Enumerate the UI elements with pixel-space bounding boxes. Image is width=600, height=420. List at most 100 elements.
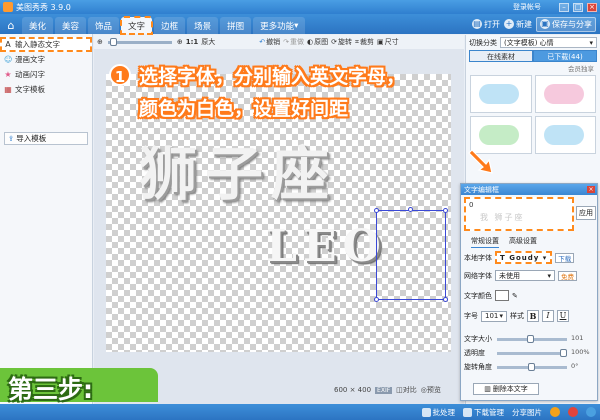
slider-knob[interactable] xyxy=(527,335,534,343)
text-input[interactable]: 0 我 狮子座 xyxy=(464,197,574,231)
rotate-angle-value: 0° xyxy=(571,362,579,370)
text-color-label: 文字颜色 xyxy=(464,291,492,300)
download-manager-button[interactable]: 下载管理 xyxy=(463,407,504,418)
weibo-icon[interactable] xyxy=(550,407,560,417)
preview-button[interactable]: ◎预览 xyxy=(421,385,441,395)
tab-decor[interactable]: 饰品 xyxy=(88,17,120,34)
redo-label: 重做 xyxy=(290,38,305,46)
sidebar-item-static-text[interactable]: A 输入静态文字 xyxy=(0,37,92,52)
share-red-icon[interactable] xyxy=(568,407,578,417)
rotate-icon: ⟳ xyxy=(331,38,338,46)
home-icon[interactable]: ⌂ xyxy=(2,16,20,34)
crop-button[interactable]: ⌗ 裁剪 xyxy=(355,37,374,47)
font-size-label: 字号 xyxy=(464,312,478,320)
web-font-select[interactable]: 未使用 ▾ xyxy=(495,270,555,281)
batch-button[interactable]: 批处理 xyxy=(421,407,455,418)
local-font-select[interactable]: T Goudy ▾ xyxy=(495,251,553,264)
rotate-button[interactable]: ⟳ 旋转 xyxy=(331,37,352,47)
apply-button[interactable]: 应用 xyxy=(576,206,596,220)
text-selection-box[interactable] xyxy=(374,207,448,302)
member-exclusive-link[interactable]: 会员独享 xyxy=(466,63,600,73)
redo-button[interactable]: ↷ 重做 xyxy=(283,37,304,47)
resize-handle[interactable] xyxy=(443,208,448,213)
delete-label: 删除本文字 xyxy=(492,385,528,393)
plus-icon: + xyxy=(504,19,514,29)
category-label: 切换分类 xyxy=(469,38,497,47)
chevron-down-icon: ▾ xyxy=(589,38,593,47)
ratio-label[interactable]: 1:1 xyxy=(186,38,199,46)
minimize-icon[interactable]: – xyxy=(559,2,569,12)
close-icon[interactable]: × xyxy=(587,2,597,12)
resize-button[interactable]: ▣ 尺寸 xyxy=(377,37,399,47)
close-icon[interactable]: × xyxy=(587,186,595,193)
pointer-arrow-icon xyxy=(468,149,493,174)
font-size-value: 101 xyxy=(485,312,499,320)
download-label: 下载管理 xyxy=(474,407,504,417)
tab-downloaded[interactable]: 已下载(44) xyxy=(533,50,597,62)
zoom-slider-knob[interactable] xyxy=(109,37,117,46)
sidebar-item-label: 动画闪字 xyxy=(15,70,45,79)
resize-handle[interactable] xyxy=(374,208,379,213)
zoom-in-icon[interactable]: ⊕ xyxy=(177,38,183,46)
template-graphic xyxy=(479,125,519,145)
opacity-value: 100% xyxy=(571,348,590,356)
maximize-icon[interactable]: □ xyxy=(573,2,583,12)
slider-knob[interactable] xyxy=(528,363,535,371)
tab-beautify[interactable]: 美化 xyxy=(22,17,54,34)
tab-more[interactable]: 更多功能 ▾ xyxy=(253,17,306,34)
italic-button[interactable]: I xyxy=(542,310,554,322)
template-thumb[interactable] xyxy=(470,75,532,113)
rotate-handle[interactable] xyxy=(408,207,413,212)
canvas-text-sub[interactable]: LEO xyxy=(266,221,387,272)
text-color-swatch[interactable] xyxy=(495,290,509,301)
template-thumb[interactable] xyxy=(534,116,596,154)
sidebar-item-flash-text[interactable]: ★ 动画闪字 xyxy=(0,67,92,82)
opacity-label: 透明度 xyxy=(464,349,485,357)
compare-button[interactable]: ◫对比 xyxy=(396,385,417,395)
web-font-value: 未使用 xyxy=(499,271,520,280)
bold-button[interactable]: B xyxy=(527,310,539,322)
sidebar-item-text-template[interactable]: ▦ 文字模板 xyxy=(0,82,92,97)
text-size-slider[interactable] xyxy=(497,335,567,343)
tab-text[interactable]: 文字 xyxy=(120,16,154,35)
opacity-slider[interactable] xyxy=(497,349,567,357)
underline-button[interactable]: U xyxy=(557,310,569,322)
free-font-button[interactable]: 免费 xyxy=(558,270,577,281)
import-template-button[interactable]: ⇪ 导入模板 xyxy=(4,132,88,145)
canvas-text-main[interactable]: 狮子座 xyxy=(139,127,337,211)
login-link[interactable]: 登录帐号 xyxy=(513,2,541,12)
tab-general-settings[interactable]: 常规设置 xyxy=(471,236,499,248)
eyedropper-icon[interactable]: ✎ xyxy=(512,292,518,300)
category-select[interactable]: (文字模板) 心情 ▾ xyxy=(500,37,597,48)
share-image-button[interactable]: 分享图片 xyxy=(512,407,542,418)
tab-scene[interactable]: 场景 xyxy=(187,17,219,34)
tab-face[interactable]: 美容 xyxy=(55,17,87,34)
open-button[interactable]: ▤ 打开 xyxy=(472,19,500,30)
tab-advanced-settings[interactable]: 高级设置 xyxy=(509,236,537,248)
font-size-select[interactable]: 101 ▾ xyxy=(481,310,507,322)
save-share-button[interactable]: ▣ 保存与分享 xyxy=(536,16,596,32)
tab-online-material[interactable]: 在线素材 xyxy=(469,50,533,62)
resize-handle[interactable] xyxy=(374,297,379,302)
zoom-slider[interactable] xyxy=(107,37,172,46)
resize-handle[interactable] xyxy=(443,297,448,302)
trash-icon: ▥ xyxy=(484,385,491,393)
original-size-button[interactable]: 原大 xyxy=(201,37,215,47)
undo-button[interactable]: ↶ 撤销 xyxy=(259,37,280,47)
canvas-size: 600 × 400 xyxy=(334,386,372,394)
sidebar-item-comic-text[interactable]: ☺ 漫画文字 xyxy=(0,52,92,67)
font-download-button[interactable]: 下载 xyxy=(555,252,575,263)
step-badge-label: 第三步: xyxy=(8,375,93,404)
rotate-angle-slider[interactable] xyxy=(497,363,567,371)
delete-text-button[interactable]: ▥ 删除本文字 xyxy=(473,383,539,395)
share-blue-icon[interactable] xyxy=(586,407,596,417)
tab-collage[interactable]: 拼图 xyxy=(220,17,252,34)
edit-toolbar: ⊕ ⊕ 1:1 原大 ↶ 撤销 ↷ 重做 ◐ 原图 ⟳ 旋转 ⌗ 裁剪 ▣ 尺寸 xyxy=(94,35,464,49)
template-thumb[interactable] xyxy=(534,75,596,113)
zoom-icon: ⊕ xyxy=(97,38,103,46)
new-button[interactable]: + 新建 xyxy=(504,19,532,30)
tab-border[interactable]: 边框 xyxy=(154,17,186,34)
original-image-button[interactable]: ◐ 原图 xyxy=(307,37,328,47)
slider-knob[interactable] xyxy=(560,349,567,357)
exif-button[interactable]: EXIF xyxy=(375,386,393,394)
